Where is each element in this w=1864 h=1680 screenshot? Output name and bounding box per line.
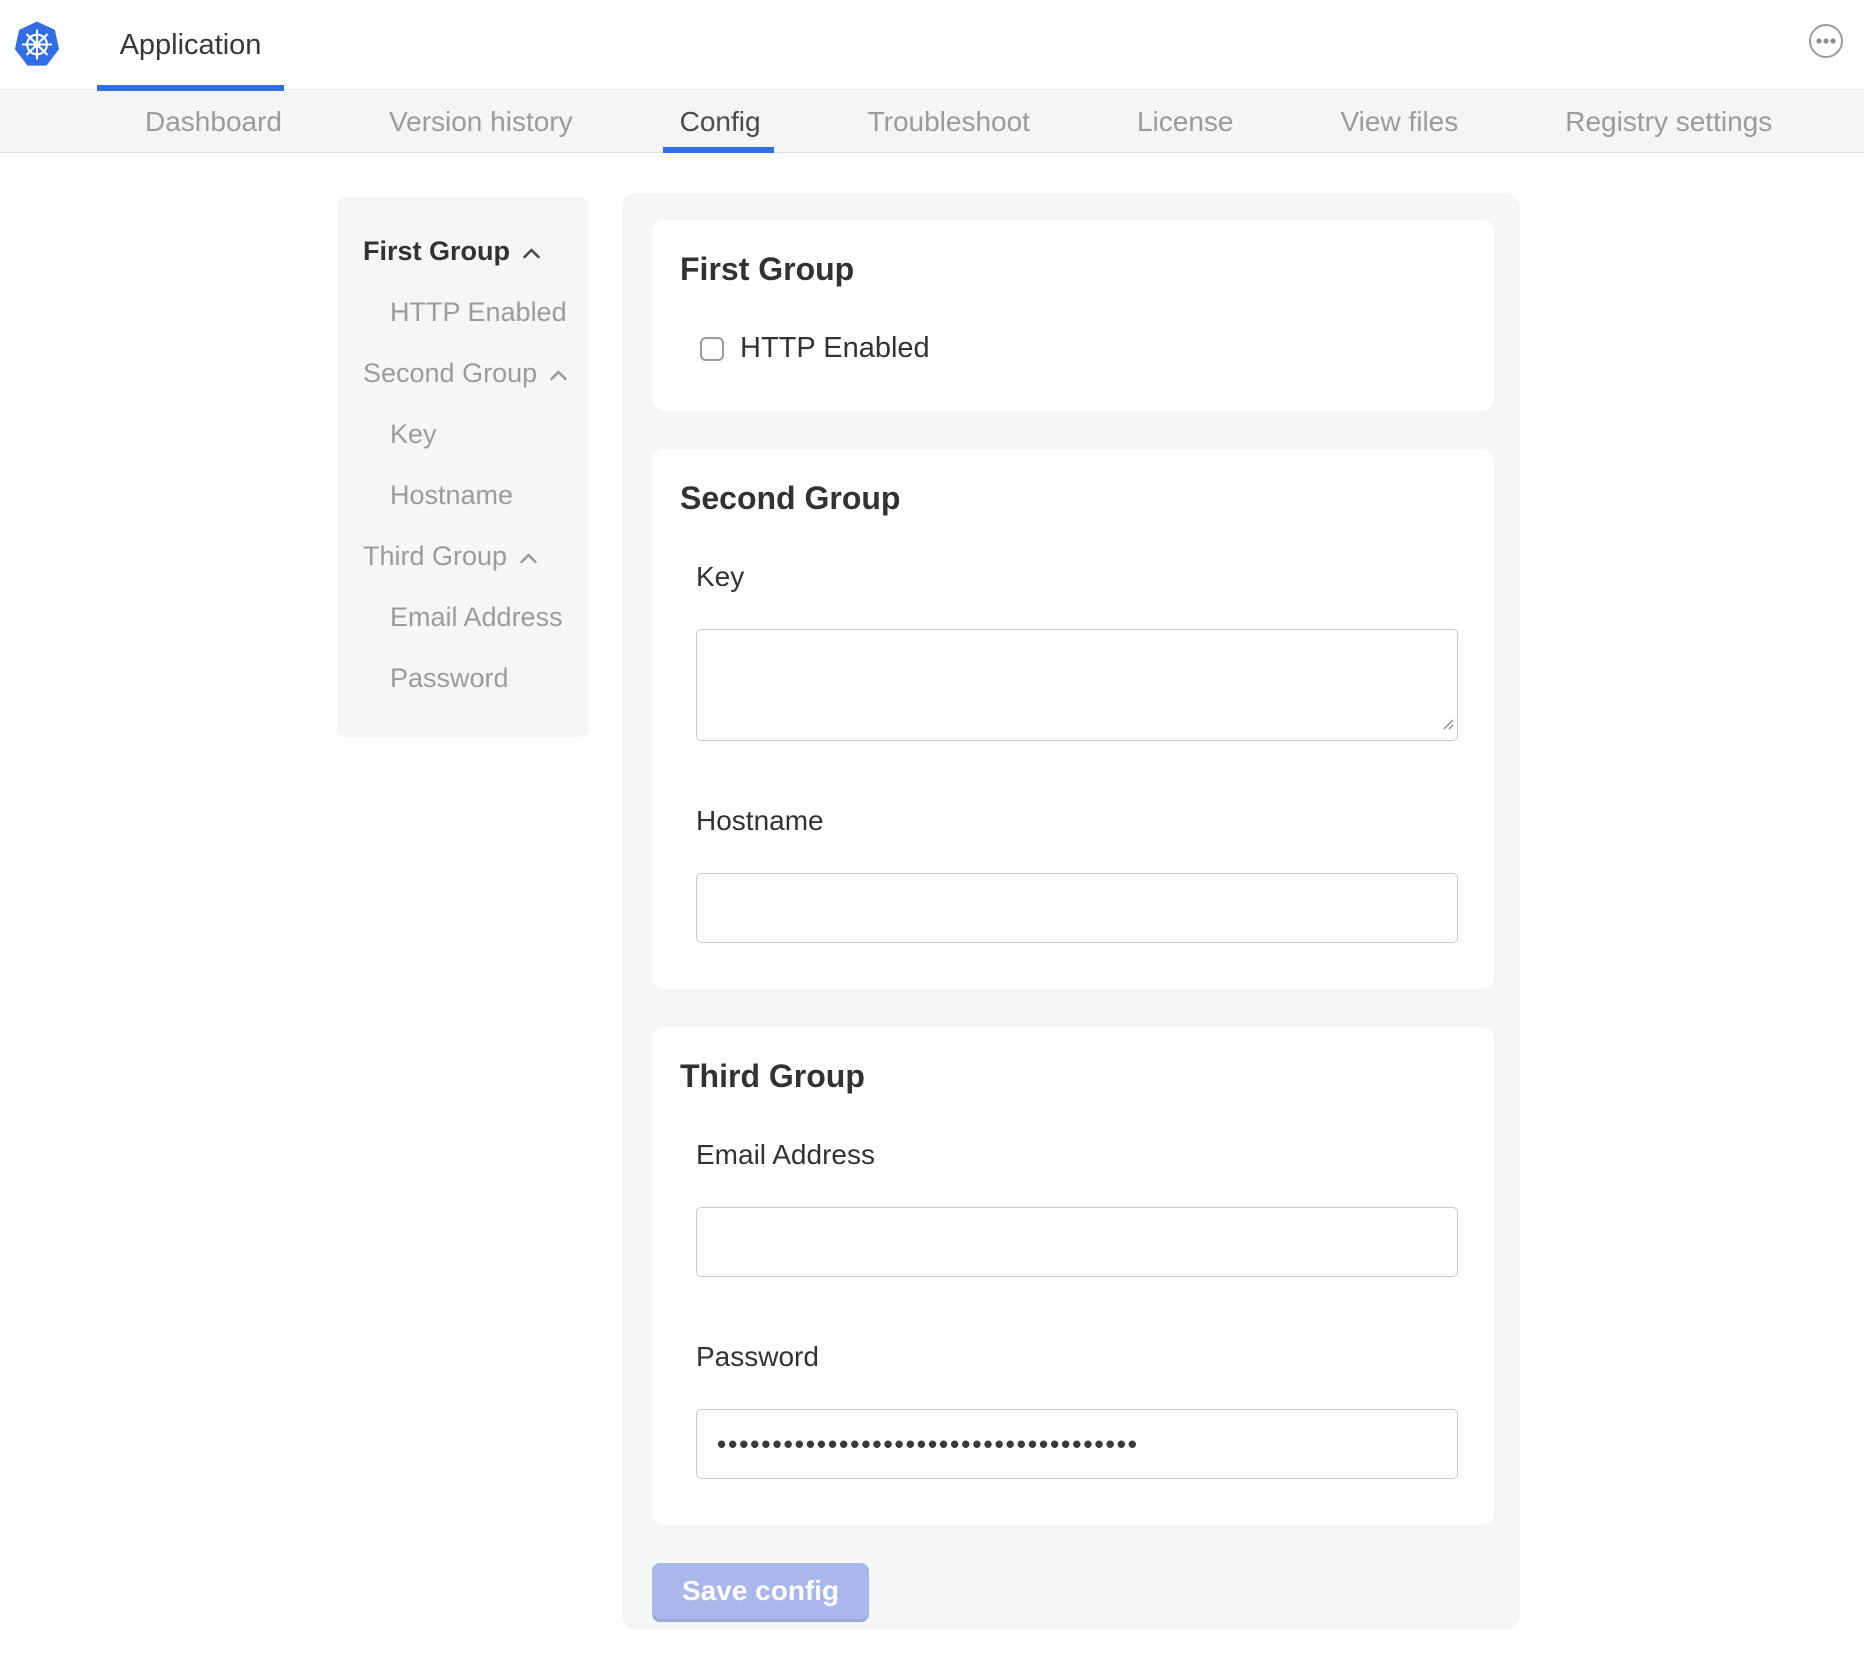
email-address-label: Email Address [696, 1139, 1458, 1171]
sidebar-item-first-group[interactable]: First Group [337, 221, 588, 282]
sidebar-item-label: Hostname [390, 480, 513, 511]
config-card-first-group: First Group HTTP Enabled [652, 220, 1494, 411]
chevron-up-icon [522, 248, 541, 259]
sidebar-item-email-address[interactable]: Email Address [337, 587, 588, 648]
sidebar-item-label: Second Group [363, 358, 537, 389]
tab-view-files[interactable]: View files [1340, 91, 1458, 152]
password-input[interactable] [696, 1409, 1458, 1479]
sidebar-item-label: HTTP Enabled [390, 297, 567, 328]
save-config-button[interactable]: Save config [652, 1563, 869, 1619]
email-address-field: Email Address [696, 1139, 1458, 1277]
sidebar-item-key[interactable]: Key [337, 404, 588, 465]
sidebar-item-http-enabled[interactable]: HTTP Enabled [337, 282, 588, 343]
http-enabled-label: HTTP Enabled [740, 332, 930, 365]
tab-troubleshoot[interactable]: Troubleshoot [868, 91, 1030, 152]
key-field: Key [696, 561, 1458, 741]
nav-tabbar: Dashboard Version history Config Trouble… [0, 91, 1864, 153]
app-title: Application [120, 29, 262, 62]
sidebar-item-label: Password [390, 663, 509, 694]
group-title: First Group [680, 250, 1458, 288]
chevron-up-icon [519, 553, 538, 564]
sidebar-item-hostname[interactable]: Hostname [337, 465, 588, 526]
sidebar-item-third-group[interactable]: Third Group [337, 526, 588, 587]
sidebar-item-password[interactable]: Password [337, 648, 588, 709]
config-card-third-group: Third Group Email Address Password [652, 1027, 1494, 1525]
hostname-input[interactable] [696, 873, 1458, 943]
config-page: First Group HTTP Enabled Second Group Ke… [0, 153, 1864, 1680]
app-header: Application [0, 0, 1864, 90]
tab-dashboard[interactable]: Dashboard [145, 91, 282, 152]
config-form-panel: First Group HTTP Enabled Second Group Ke… [622, 193, 1520, 1630]
overflow-menu-button[interactable] [1806, 22, 1846, 62]
sidebar-item-label: Email Address [390, 602, 563, 633]
email-address-input[interactable] [696, 1207, 1458, 1277]
hostname-label: Hostname [696, 805, 1458, 837]
resize-handle-icon[interactable] [1439, 715, 1454, 735]
config-card-second-group: Second Group Key Hostname [652, 449, 1494, 989]
password-label: Password [696, 1341, 1458, 1373]
key-label: Key [696, 561, 1458, 593]
sidebar-item-label: Key [390, 419, 437, 450]
key-textarea[interactable] [696, 629, 1458, 741]
ellipsis-menu-icon [1808, 23, 1844, 62]
config-group-sidebar: First Group HTTP Enabled Second Group Ke… [337, 197, 588, 737]
kubernetes-logo-icon [13, 21, 61, 68]
chevron-up-icon [549, 370, 568, 381]
password-field: Password [696, 1341, 1458, 1479]
sidebar-item-label: Third Group [363, 541, 507, 572]
group-title: Second Group [680, 479, 1458, 517]
tab-license[interactable]: License [1137, 91, 1234, 152]
hostname-field: Hostname [696, 805, 1458, 943]
sidebar-item-second-group[interactable]: Second Group [337, 343, 588, 404]
sidebar-item-label: First Group [363, 236, 510, 267]
tab-version-history[interactable]: Version history [389, 91, 573, 152]
tab-config[interactable]: Config [680, 91, 761, 152]
group-title: Third Group [680, 1057, 1458, 1095]
tab-registry-settings[interactable]: Registry settings [1565, 91, 1772, 152]
http-enabled-row[interactable]: HTTP Enabled [700, 332, 1458, 365]
app-title-tab[interactable]: Application [97, 0, 284, 90]
http-enabled-checkbox[interactable] [700, 337, 724, 361]
